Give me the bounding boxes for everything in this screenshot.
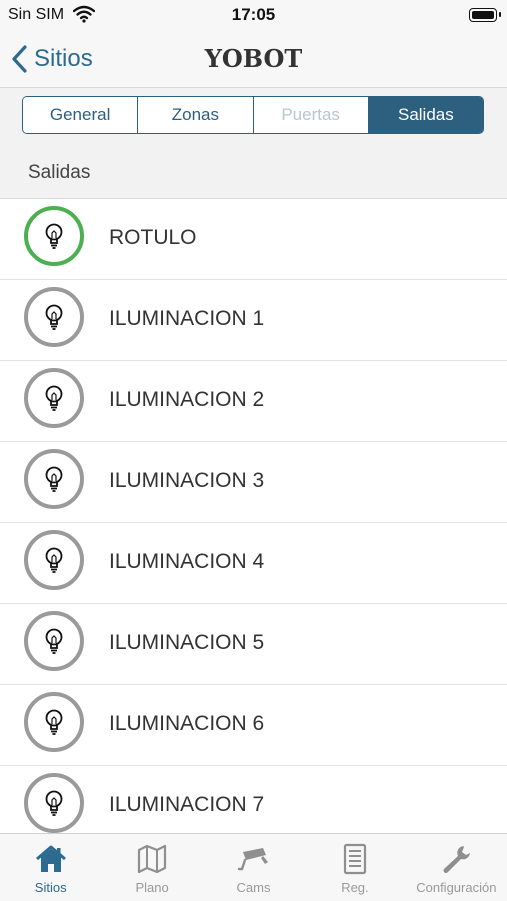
- tabbar-plano[interactable]: Plano: [101, 834, 202, 901]
- output-row-iluminacion-6[interactable]: ILUMINACION 6: [0, 685, 507, 766]
- output-name: ILUMINACION 4: [109, 550, 265, 573]
- tab-general[interactable]: General: [23, 97, 139, 133]
- status-ring: [24, 287, 84, 347]
- log-icon: [343, 843, 367, 875]
- output-name: ILUMINACION 7: [109, 793, 265, 816]
- tab-puertas[interactable]: Puertas: [253, 97, 369, 133]
- output-name: ILUMINACION 6: [109, 712, 265, 735]
- tabbar-configuracion[interactable]: Configuración: [406, 834, 507, 901]
- lightbulb-icon: [45, 385, 63, 411]
- output-row-iluminacion-2[interactable]: ILUMINACION 2: [0, 361, 507, 442]
- tabbar-label: Sitios: [34, 880, 67, 895]
- status-ring: [24, 449, 84, 509]
- status-ring: [24, 692, 84, 752]
- tabbar-label: Plano: [135, 880, 169, 895]
- output-name: ROTULO: [109, 226, 197, 249]
- tabbar-sitios[interactable]: Sitios: [0, 834, 101, 901]
- lightbulb-icon: [45, 547, 63, 573]
- lightbulb-icon: [45, 304, 63, 330]
- lightbulb-icon: [45, 466, 63, 492]
- clock: 17:05: [231, 5, 276, 24]
- segmented-control: General Zonas Puertas Salidas: [22, 96, 484, 134]
- outputs-list: ROTULO ILUMINACION 1 ILUMINACION 2 ILUMI…: [0, 199, 507, 833]
- segment-area: General Zonas Puertas Salidas: [0, 88, 507, 150]
- status-bar: Sin SIM 17:05: [0, 0, 507, 32]
- navigation-bar: Sitios YOBOT: [0, 32, 507, 88]
- tabbar-label: Reg.: [341, 880, 369, 895]
- tabbar-label: Cams: [236, 880, 271, 895]
- tab-zonas[interactable]: Zonas: [138, 97, 254, 133]
- tab-salidas[interactable]: Salidas: [368, 97, 483, 133]
- section-title: Salidas: [28, 162, 91, 183]
- tabbar-label: Configuración: [416, 880, 497, 895]
- tab-bar: Sitios Plano Cams Reg. Configuración: [0, 833, 507, 901]
- camera-icon: [237, 848, 268, 871]
- lightbulb-icon: [45, 709, 63, 735]
- battery-icon: [469, 8, 501, 22]
- output-row-iluminacion-4[interactable]: ILUMINACION 4: [0, 523, 507, 604]
- wrench-icon: [443, 846, 471, 873]
- section-header: Salidas: [0, 150, 507, 199]
- output-name: ILUMINACION 5: [109, 631, 265, 654]
- tabbar-reg[interactable]: Reg.: [304, 834, 405, 901]
- output-name: ILUMINACION 3: [109, 469, 265, 492]
- status-ring: [24, 611, 84, 671]
- map-icon: [138, 844, 167, 874]
- output-row-rotulo[interactable]: ROTULO: [0, 199, 507, 280]
- status-ring: [24, 368, 84, 428]
- status-ring: [24, 530, 84, 590]
- output-row-iluminacion-1[interactable]: ILUMINACION 1: [0, 280, 507, 361]
- house-icon: [35, 845, 66, 872]
- back-label: Sitios: [34, 45, 93, 72]
- output-row-iluminacion-7[interactable]: ILUMINACION 7: [0, 766, 507, 833]
- output-name: ILUMINACION 2: [109, 388, 265, 411]
- chevron-left-icon: [12, 45, 27, 73]
- output-row-iluminacion-5[interactable]: ILUMINACION 5: [0, 604, 507, 685]
- status-ring: [24, 773, 84, 833]
- lightbulb-icon: [45, 628, 63, 654]
- lightbulb-icon: [45, 223, 63, 249]
- tabbar-cams[interactable]: Cams: [203, 834, 304, 901]
- output-row-iluminacion-3[interactable]: ILUMINACION 3: [0, 442, 507, 523]
- lightbulb-icon: [45, 790, 63, 816]
- output-name: ILUMINACION 1: [109, 307, 265, 330]
- back-button[interactable]: Sitios: [10, 42, 93, 76]
- status-ring: [24, 206, 84, 266]
